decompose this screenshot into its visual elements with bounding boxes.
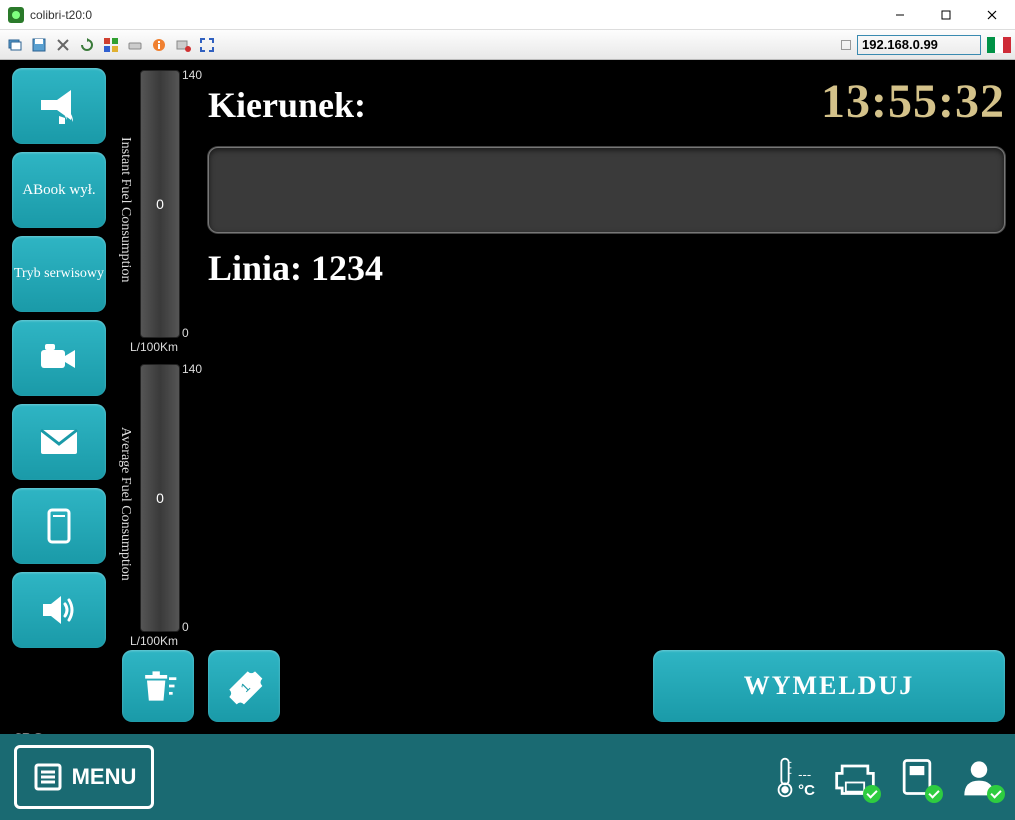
logout-button[interactable]: WYMELDUJ [653,650,1005,722]
instant-fuel-bar: 0 [140,70,180,338]
window-maximize-button[interactable] [923,0,969,29]
sound-button[interactable] [12,572,106,648]
direction-label: Kierunek: [208,84,366,126]
left-sidebar: ABook wył. Tryb serwisowy [12,68,106,648]
ok-badge-icon [925,785,943,803]
instant-fuel-gauge: Instant Fuel Consumption 0 140 0 L/100Km [116,70,206,360]
clock: 13:55:32 [821,74,1005,129]
app-icon [8,7,24,23]
settings-icon[interactable] [52,34,74,56]
service-mode-label: Tryb serwisowy [14,266,104,283]
messages-button[interactable] [12,404,106,480]
announcements-button[interactable] [12,68,106,144]
instant-fuel-unit: L/100Km [130,340,178,354]
printer-status-icon [833,755,877,799]
ticket-button[interactable]: 1 [208,650,280,722]
save-connection-icon[interactable] [28,34,50,56]
service-mode-button[interactable]: Tryb serwisowy [12,236,106,312]
line-label: Linia: [208,248,302,288]
line-value: 1234 [311,248,383,288]
refresh-icon[interactable] [76,34,98,56]
average-fuel-bar: 0 [140,364,180,632]
new-connection-icon[interactable] [4,34,26,56]
device-button[interactable] [12,488,106,564]
info-icon[interactable] [148,34,170,56]
window-title: colibri-t20:0 [30,8,877,22]
card-reader-status-icon [895,755,939,799]
direction-display [208,147,1005,233]
ok-badge-icon [987,785,1005,803]
connection-status-indicator [841,40,851,50]
flag-icon [987,37,1011,53]
instant-fuel-max: 140 [182,68,202,82]
average-fuel-max: 140 [182,362,202,376]
line-row: Linia: 1234 [208,247,1005,289]
abook-toggle-button[interactable]: ABook wył. [12,152,106,228]
abook-label: ABook wył. [22,181,95,199]
fullscreen-icon[interactable] [196,34,218,56]
temperature-status: --- °C [774,755,815,799]
bottom-bar: MENU --- °C [0,734,1015,820]
vnc-toolbar: 192.168.0.99 [0,30,1015,60]
logout-label: WYMELDUJ [744,671,915,701]
menu-label: MENU [72,764,137,790]
send-key-icon[interactable] [124,34,146,56]
disconnect-icon[interactable] [172,34,194,56]
ctrl-alt-del-icon[interactable] [100,34,122,56]
ok-badge-icon [863,785,881,803]
fuel-gauges: Instant Fuel Consumption 0 140 0 L/100Km… [116,70,206,658]
delete-list-button[interactable] [122,650,194,722]
app-viewport: ABook wył. Tryb serwisowy SRG: 1.004jWA … [0,60,1015,820]
status-icons: --- °C [774,755,1001,799]
main-content: Kierunek: 13:55:32 Linia: 1234 [208,74,1005,289]
window-close-button[interactable] [969,0,1015,29]
average-fuel-unit: L/100Km [130,634,178,648]
average-fuel-min: 0 [182,620,189,634]
average-fuel-label: Average Fuel Consumption [116,374,134,634]
menu-button[interactable]: MENU [14,745,154,809]
window-titlebar: colibri-t20:0 [0,0,1015,30]
camera-button[interactable] [12,320,106,396]
driver-status-icon [957,755,1001,799]
ip-address-field[interactable]: 192.168.0.99 [857,35,981,55]
instant-fuel-label: Instant Fuel Consumption [116,80,134,340]
instant-fuel-min: 0 [182,326,189,340]
window-minimize-button[interactable] [877,0,923,29]
average-fuel-gauge: Average Fuel Consumption 0 140 0 L/100Km [116,364,206,654]
